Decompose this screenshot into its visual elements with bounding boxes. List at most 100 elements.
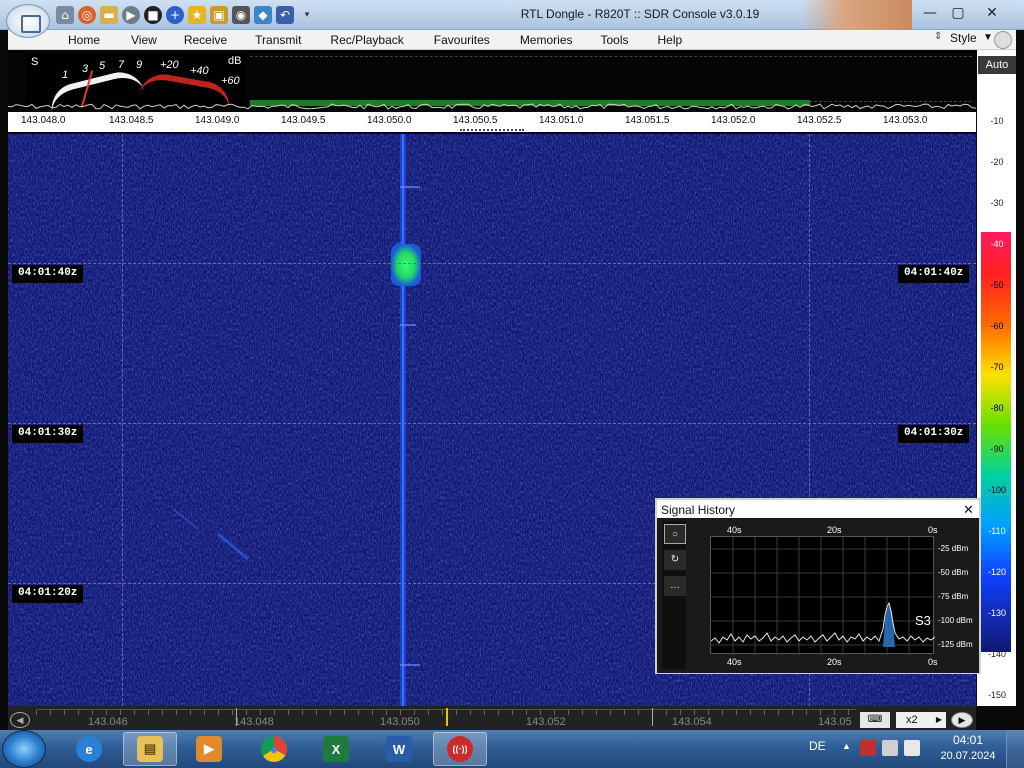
lock-icon[interactable]: ▣: [210, 6, 228, 24]
menu-view[interactable]: View: [131, 32, 157, 48]
lifebuoy-icon[interactable]: ◎: [78, 6, 96, 24]
menu-memories[interactable]: Memories: [520, 32, 573, 48]
more-options-button[interactable]: …: [664, 576, 686, 596]
style-spinner-icon[interactable]: ⇕: [934, 31, 942, 42]
undo-icon[interactable]: ↶: [276, 6, 294, 24]
close-button[interactable]: ✕: [978, 3, 1006, 23]
media-player-icon[interactable]: ▶: [182, 732, 236, 766]
splitter-handle[interactable]: [460, 129, 524, 131]
scroll-freq-label: 143.046: [88, 716, 128, 728]
meter-tick: +40: [190, 65, 209, 77]
freq-tick-label: 143.052.5: [797, 115, 842, 126]
auto-scale-button[interactable]: Auto: [978, 56, 1016, 74]
app-glyph: ((·)): [447, 736, 473, 762]
menu-tools[interactable]: Tools: [601, 32, 629, 48]
network-icon[interactable]: [882, 740, 898, 756]
menu-help[interactable]: Help: [658, 32, 683, 48]
stop-icon[interactable]: ■: [144, 6, 162, 24]
excel-icon[interactable]: X: [309, 732, 363, 766]
application-menu-button[interactable]: [6, 4, 50, 38]
scroll-freq-label: 143.05: [818, 716, 852, 728]
chevron-down-icon[interactable]: ▼: [983, 32, 993, 43]
time-label-left: 04:01:20z: [12, 585, 84, 603]
explorer-icon[interactable]: ▤: [123, 732, 177, 766]
db-scale-label: -120: [987, 567, 1006, 577]
meter-tick: 9: [136, 59, 143, 71]
scroll-freq-label: 143.054: [672, 716, 712, 728]
start-button[interactable]: [2, 730, 46, 768]
sdr-console-icon[interactable]: ((·)): [433, 732, 487, 766]
app-glyph: X: [323, 736, 349, 762]
history-axis-label: 20s: [827, 525, 842, 535]
meter-tick: 3: [82, 63, 89, 75]
history-axis-label: 20s: [827, 657, 842, 667]
signal-history-plot[interactable]: [710, 536, 936, 655]
current-frequency-marker: [446, 708, 448, 726]
freq-tick-label: 143.050.0: [367, 115, 412, 126]
meter-tick: +20: [160, 59, 179, 71]
waterfall-color-scale[interactable]: [981, 232, 1011, 652]
menu-home[interactable]: Home: [68, 32, 100, 48]
display-icon[interactable]: [904, 740, 920, 756]
folder-icon[interactable]: ▬: [100, 6, 118, 24]
meter-tick: 1: [62, 69, 69, 81]
customize-toolbar-icon[interactable]: ▾: [298, 6, 316, 24]
menu-bar: Home View Receive Transmit Rec/Playback …: [8, 30, 1016, 50]
maximize-button[interactable]: ▢: [944, 3, 972, 23]
meter-tick: 5: [99, 60, 106, 72]
language-indicator[interactable]: DE: [809, 739, 826, 753]
tray-app-icon[interactable]: [860, 740, 876, 756]
play-icon[interactable]: ▶: [122, 6, 140, 24]
db-scale-label: -20: [990, 157, 1004, 167]
freq-tick-label: 143.051.5: [625, 115, 670, 126]
app-glyph: e: [76, 736, 102, 762]
grid-line-horizontal: [8, 263, 976, 264]
menu-receive[interactable]: Receive: [184, 32, 227, 48]
gear-icon[interactable]: [994, 31, 1012, 49]
app-glyph: ▶: [196, 736, 222, 762]
scroll-left-button[interactable]: ◀: [10, 712, 30, 728]
meter-tick: 7: [118, 59, 125, 71]
menu-rec-playback[interactable]: Rec/Playback: [330, 32, 403, 48]
history-axis-label: 40s: [727, 657, 742, 667]
db-scale-label: -140: [987, 649, 1006, 659]
zoom-selector[interactable]: x2 ▶: [896, 712, 946, 728]
minimize-button[interactable]: —: [916, 3, 944, 23]
clock-time[interactable]: 04:01: [938, 733, 998, 747]
history-db-label: -75 dBm: [938, 592, 969, 601]
freq-tick-label: 143.050.5: [453, 115, 498, 126]
grid-line-horizontal: [8, 423, 976, 424]
freq-tick-label: 143.048.5: [109, 115, 154, 126]
show-hidden-icons-icon[interactable]: ▲: [842, 741, 851, 751]
plus-icon[interactable]: +: [166, 6, 184, 24]
style-menu[interactable]: Style: [950, 31, 977, 45]
drop-icon[interactable]: ◆: [254, 6, 272, 24]
history-axis-label: 40s: [727, 525, 742, 535]
chrome-icon[interactable]: ●: [247, 732, 301, 766]
spectrum-grid: [250, 56, 972, 102]
close-icon[interactable]: ✕: [963, 502, 974, 518]
db-scale-label: -30: [990, 198, 1004, 208]
word-icon[interactable]: W: [372, 732, 426, 766]
clock-date[interactable]: 20.07.2024: [938, 750, 998, 762]
freq-tick-label: 143.048.0: [21, 115, 66, 126]
record-button[interactable]: ○: [664, 524, 686, 544]
db-label: dB: [228, 55, 242, 67]
scroll-right-button[interactable]: ▶: [951, 712, 973, 728]
app-glyph: ●: [261, 736, 287, 762]
camera-icon[interactable]: ◉: [232, 6, 250, 24]
freq-tick-label: 143.049.0: [195, 115, 240, 126]
keyboard-icon[interactable]: ⌨: [860, 712, 890, 728]
main-menu: Home View Receive Transmit Rec/Playback …: [68, 32, 682, 48]
menu-favourites[interactable]: Favourites: [434, 32, 490, 48]
refresh-button[interactable]: ↻: [664, 550, 686, 570]
ie-icon[interactable]: e: [62, 732, 116, 766]
home-icon[interactable]: ⌂: [56, 6, 74, 24]
star-icon[interactable]: ★: [188, 6, 206, 24]
db-scale-label: -110: [988, 526, 1006, 536]
scroll-freq-label: 143.048: [234, 716, 274, 728]
signal-history-trace: [710, 537, 936, 655]
history-db-label: -100 dBm: [938, 616, 973, 625]
menu-transmit[interactable]: Transmit: [255, 32, 301, 48]
show-desktop-button[interactable]: [1006, 730, 1024, 768]
